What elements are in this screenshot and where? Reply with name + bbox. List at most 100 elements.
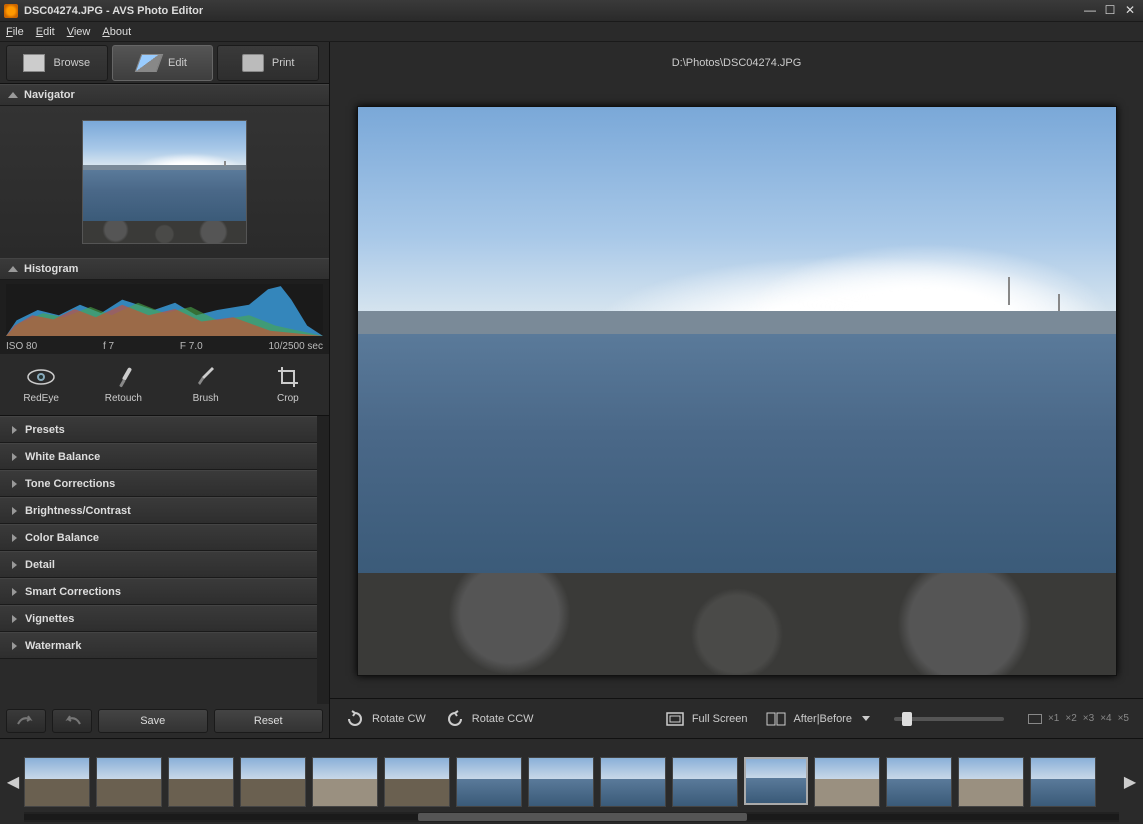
brush-tool[interactable]: Brush bbox=[174, 365, 238, 404]
menu-file[interactable]: File bbox=[6, 26, 24, 38]
zoom-slider[interactable] bbox=[894, 717, 1004, 721]
browse-tab[interactable]: Browse bbox=[6, 45, 108, 81]
accordion-watermark[interactable]: Watermark bbox=[0, 632, 317, 659]
navigator-thumbnail[interactable] bbox=[82, 120, 247, 244]
sidebar: Browse Edit Print Navigator Histogram bbox=[0, 42, 330, 738]
filmstrip-next-button[interactable]: ▶ bbox=[1121, 747, 1139, 817]
navigator-panel bbox=[0, 106, 329, 258]
mode-tabs: Browse Edit Print bbox=[0, 42, 329, 84]
edit-tab[interactable]: Edit bbox=[112, 45, 214, 81]
thumbnail[interactable] bbox=[600, 757, 666, 807]
chevron-right-icon bbox=[12, 561, 17, 569]
accordion-scrollbar[interactable] bbox=[317, 416, 329, 704]
fullscreen-button[interactable]: Full Screen bbox=[664, 709, 748, 729]
wand-icon bbox=[107, 365, 139, 389]
accordion-tone-corrections[interactable]: Tone Corrections bbox=[0, 470, 317, 497]
filmstrip-scrollbar[interactable] bbox=[24, 812, 1119, 822]
thumbnail[interactable] bbox=[528, 757, 594, 807]
image-canvas[interactable] bbox=[357, 106, 1117, 676]
retouch-tool[interactable]: Retouch bbox=[91, 365, 155, 404]
histo-iso: ISO 80 bbox=[6, 341, 37, 352]
accordion-white-balance[interactable]: White Balance bbox=[0, 443, 317, 470]
app-icon bbox=[4, 4, 18, 18]
chevron-right-icon bbox=[12, 588, 17, 596]
crop-icon bbox=[272, 365, 304, 389]
zoom-presets: ×1 ×2 ×3 ×4 ×5 bbox=[1028, 713, 1129, 724]
menu-view[interactable]: View bbox=[67, 26, 91, 38]
filmstrip-prev-button[interactable]: ◀ bbox=[4, 747, 22, 817]
accordion-smart-corrections[interactable]: Smart Corrections bbox=[0, 578, 317, 605]
histogram-panel: ISO 80 f 7 F 7.0 10/2500 sec bbox=[0, 280, 329, 354]
histo-fstop: F 7.0 bbox=[180, 341, 203, 352]
brush-icon bbox=[190, 365, 222, 389]
fullscreen-icon bbox=[664, 709, 686, 729]
accordion-color-balance[interactable]: Color Balance bbox=[0, 524, 317, 551]
thumbnail[interactable] bbox=[886, 757, 952, 807]
collapse-icon bbox=[8, 92, 18, 98]
undo-button[interactable] bbox=[6, 709, 46, 733]
minimize-button[interactable]: — bbox=[1081, 4, 1099, 18]
thumbnail[interactable] bbox=[384, 757, 450, 807]
menu-about[interactable]: About bbox=[102, 26, 131, 38]
after-before-dropdown[interactable]: After|Before bbox=[765, 709, 870, 729]
thumbnail[interactable] bbox=[456, 757, 522, 807]
close-button[interactable]: ✕ bbox=[1121, 4, 1139, 18]
chevron-right-icon bbox=[12, 534, 17, 542]
zoom-slider-knob[interactable] bbox=[902, 712, 912, 726]
thumbnail[interactable] bbox=[168, 757, 234, 807]
menu-edit[interactable]: Edit bbox=[36, 26, 55, 38]
rotate-ccw-icon bbox=[444, 709, 466, 729]
thumbnail[interactable] bbox=[672, 757, 738, 807]
zoom-2x[interactable]: ×2 bbox=[1065, 713, 1076, 724]
reset-button[interactable]: Reset bbox=[214, 709, 324, 733]
menubar: File Edit View About bbox=[0, 22, 1143, 42]
thumbnail[interactable] bbox=[96, 757, 162, 807]
folder-icon bbox=[23, 54, 45, 72]
thumbnail[interactable] bbox=[240, 757, 306, 807]
thumbnail-selected[interactable] bbox=[744, 757, 808, 805]
save-button[interactable]: Save bbox=[98, 709, 208, 733]
print-tab[interactable]: Print bbox=[217, 45, 319, 81]
crop-tool[interactable]: Crop bbox=[256, 365, 320, 404]
chevron-right-icon bbox=[12, 615, 17, 623]
chevron-right-icon bbox=[12, 426, 17, 434]
zoom-1x[interactable]: ×1 bbox=[1048, 713, 1059, 724]
file-path-label: D:\Photos\DSC04274.JPG bbox=[330, 42, 1143, 84]
zoom-4x[interactable]: ×4 bbox=[1100, 713, 1111, 724]
chevron-right-icon bbox=[12, 480, 17, 488]
pencil-icon bbox=[135, 54, 164, 72]
accordion-brightness-contrast[interactable]: Brightness/Contrast bbox=[0, 497, 317, 524]
filmstrip: ◀ ▶ bbox=[0, 738, 1143, 824]
accordion-presets[interactable]: Presets bbox=[0, 416, 317, 443]
thumbnail[interactable] bbox=[958, 757, 1024, 807]
zoom-5x[interactable]: ×5 bbox=[1118, 713, 1129, 724]
zoom-fit-button[interactable] bbox=[1028, 714, 1042, 724]
maximize-button[interactable]: ☐ bbox=[1101, 4, 1119, 18]
split-view-icon bbox=[765, 709, 787, 729]
chevron-right-icon bbox=[12, 453, 17, 461]
main-panel: D:\Photos\DSC04274.JPG bbox=[330, 42, 1143, 738]
sidebar-actions: Save Reset bbox=[0, 704, 329, 738]
accordion-vignettes[interactable]: Vignettes bbox=[0, 605, 317, 632]
accordion-list: Presets White Balance Tone Corrections B… bbox=[0, 416, 317, 704]
main-toolbar: Rotate CW Rotate CCW Full Screen After|B… bbox=[330, 698, 1143, 738]
redo-button[interactable] bbox=[52, 709, 92, 733]
zoom-3x[interactable]: ×3 bbox=[1083, 713, 1094, 724]
chevron-right-icon bbox=[12, 642, 17, 650]
navigator-header[interactable]: Navigator bbox=[0, 84, 329, 106]
rotate-cw-button[interactable]: Rotate CW bbox=[344, 709, 426, 729]
accordion-detail[interactable]: Detail bbox=[0, 551, 317, 578]
chevron-right-icon bbox=[12, 507, 17, 515]
titlebar[interactable]: DSC04274.JPG - AVS Photo Editor — ☐ ✕ bbox=[0, 0, 1143, 22]
thumbnail[interactable] bbox=[24, 757, 90, 807]
printer-icon bbox=[242, 54, 264, 72]
histogram-header[interactable]: Histogram bbox=[0, 258, 329, 280]
filmstrip-track bbox=[22, 753, 1121, 811]
thumbnail[interactable] bbox=[1030, 757, 1096, 807]
rotate-ccw-button[interactable]: Rotate CCW bbox=[444, 709, 534, 729]
histo-aperture: f 7 bbox=[103, 341, 114, 352]
redeye-tool[interactable]: RedEye bbox=[9, 365, 73, 404]
histo-shutter: 10/2500 sec bbox=[269, 341, 324, 352]
thumbnail[interactable] bbox=[312, 757, 378, 807]
thumbnail[interactable] bbox=[814, 757, 880, 807]
